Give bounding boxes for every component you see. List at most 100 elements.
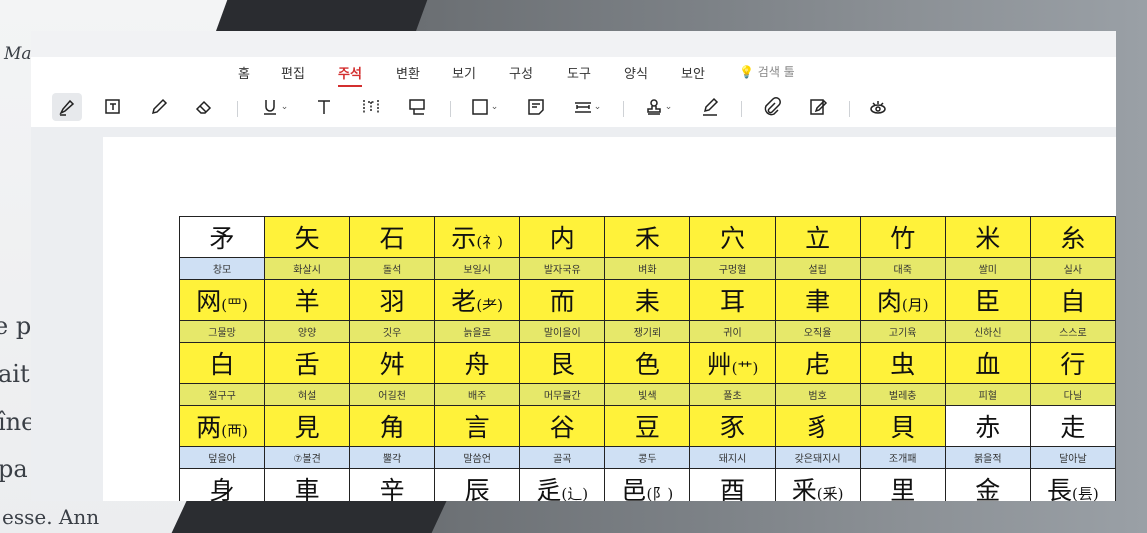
gloss-cell[interactable]: 콩두 <box>604 446 691 469</box>
measure-tool-button[interactable]: ⌄ <box>566 93 608 121</box>
hanja-cell[interactable]: 石 <box>349 216 436 258</box>
attachment-tool-button[interactable] <box>756 93 786 121</box>
gloss-cell[interactable]: 깃우 <box>349 320 436 343</box>
text-field-tool-button[interactable] <box>356 93 386 121</box>
hanja-cell[interactable]: 肉(月) <box>859 279 946 321</box>
hanja-cell[interactable]: 長(镸) <box>1029 468 1116 501</box>
hanja-cell[interactable]: 耳 <box>689 279 776 321</box>
gloss-cell[interactable]: 어길천 <box>349 383 436 406</box>
hanja-cell[interactable]: 豸 <box>774 405 861 447</box>
hanja-cell[interactable]: 豕 <box>689 405 776 447</box>
gloss-cell[interactable]: 달아날 <box>1029 446 1116 469</box>
gloss-cell[interactable]: 그물망 <box>178 320 266 343</box>
hanja-cell[interactable]: 竹 <box>859 216 946 258</box>
gloss-cell[interactable]: 풀초 <box>689 383 776 406</box>
hanja-cell[interactable]: 車 <box>264 468 351 501</box>
menu-tools[interactable]: 도구 <box>567 63 591 82</box>
gloss-cell[interactable]: 고기육 <box>859 320 946 343</box>
highlight-tool-button[interactable] <box>52 93 82 121</box>
hanja-cell[interactable]: 舟 <box>434 342 521 384</box>
hanja-cell[interactable]: 内 <box>519 216 606 258</box>
hanja-cell[interactable]: 辵(辶) <box>519 468 606 501</box>
hanja-cell[interactable]: 羊 <box>264 279 351 321</box>
gloss-cell[interactable]: 절구구 <box>178 383 266 406</box>
gloss-cell[interactable]: 벌레충 <box>859 383 946 406</box>
gloss-cell[interactable]: 말씀언 <box>434 446 521 469</box>
menu-organize[interactable]: 구성 <box>509 63 533 82</box>
menu-forms[interactable]: 양식 <box>624 63 648 82</box>
hanja-cell[interactable]: 耒 <box>604 279 691 321</box>
note-tool-button[interactable] <box>521 93 551 121</box>
gloss-cell[interactable]: 혀설 <box>264 383 351 406</box>
menu-view[interactable]: 보기 <box>452 63 476 82</box>
gloss-cell[interactable]: 범호 <box>774 383 861 406</box>
gloss-cell[interactable]: 빛색 <box>604 383 691 406</box>
gloss-cell[interactable]: 구멍혈 <box>689 257 776 280</box>
hanja-cell[interactable]: 豆 <box>604 405 691 447</box>
hanja-cell[interactable]: 釆(釆) <box>774 468 861 501</box>
hanja-cell[interactable]: 老(耂) <box>434 279 521 321</box>
gloss-cell[interactable]: 뿔각 <box>349 446 436 469</box>
hanja-cell[interactable]: 臣 <box>944 279 1031 321</box>
hanja-cell[interactable]: 穴 <box>689 216 776 258</box>
hanja-cell[interactable]: 貝 <box>859 405 946 447</box>
hanja-cell[interactable]: 而 <box>519 279 606 321</box>
gloss-cell[interactable]: 덮을아 <box>178 446 266 469</box>
gloss-cell[interactable]: 골곡 <box>519 446 606 469</box>
gloss-cell[interactable]: 머무를간 <box>519 383 606 406</box>
hanja-cell[interactable]: 艮 <box>519 342 606 384</box>
gloss-cell[interactable]: 귀이 <box>689 320 776 343</box>
gloss-cell[interactable]: 늙을로 <box>434 320 521 343</box>
gloss-cell[interactable]: 화살시 <box>264 257 351 280</box>
hanja-cell[interactable]: 示(礻) <box>434 216 521 258</box>
hanja-cell[interactable]: 邑(阝) <box>604 468 691 501</box>
hanja-cell[interactable]: 糸 <box>1029 216 1116 258</box>
hanja-cell[interactable]: 虫 <box>859 342 946 384</box>
gloss-cell[interactable]: 발자국유 <box>519 257 606 280</box>
view-annotations-button[interactable] <box>863 93 893 121</box>
gloss-cell[interactable]: 쌀미 <box>944 257 1031 280</box>
hanja-cell[interactable]: 言 <box>434 405 521 447</box>
menu-security[interactable]: 보안 <box>681 63 705 82</box>
hanja-cell[interactable]: 色 <box>604 342 691 384</box>
hanja-cell[interactable]: 两(襾) <box>178 405 266 447</box>
hanja-cell[interactable]: 見 <box>264 405 351 447</box>
gloss-cell[interactable]: 다닐 <box>1029 383 1116 406</box>
gloss-cell[interactable]: 설립 <box>774 257 861 280</box>
callout-tool-button[interactable] <box>402 93 432 121</box>
menu-convert[interactable]: 변환 <box>396 63 420 82</box>
hanja-cell[interactable]: 身 <box>178 468 266 501</box>
hanja-cell[interactable]: 立 <box>774 216 861 258</box>
gloss-cell[interactable]: 보일시 <box>434 257 521 280</box>
hanja-cell[interactable]: 矢 <box>264 216 351 258</box>
text-tool-button[interactable] <box>309 93 339 121</box>
gloss-cell[interactable]: 대죽 <box>859 257 946 280</box>
text-box-tool-button[interactable] <box>98 93 128 121</box>
hanja-cell[interactable]: 矛 <box>178 216 266 258</box>
hanja-cell[interactable]: 自 <box>1029 279 1116 321</box>
hanja-cell[interactable]: 禾 <box>604 216 691 258</box>
menu-edit[interactable]: 편집 <box>281 63 305 82</box>
eraser-tool-button[interactable] <box>189 93 219 121</box>
rectangle-tool-button[interactable]: ⌄ <box>465 93 503 121</box>
hanja-cell[interactable]: 聿 <box>774 279 861 321</box>
gloss-cell[interactable]: 조개패 <box>859 446 946 469</box>
hanja-cell[interactable]: 艸(艹) <box>689 342 776 384</box>
hanja-cell[interactable]: 酉 <box>689 468 776 501</box>
gloss-cell[interactable]: 갖은돼지시 <box>774 446 861 469</box>
gloss-cell[interactable]: 돼지시 <box>689 446 776 469</box>
gloss-cell[interactable]: 돌석 <box>349 257 436 280</box>
hanja-cell[interactable]: 羽 <box>349 279 436 321</box>
gloss-cell[interactable]: 창모 <box>178 257 266 280</box>
hanja-cell[interactable]: 谷 <box>519 405 606 447</box>
hanja-cell[interactable]: 舌 <box>264 342 351 384</box>
hanja-cell[interactable]: 白 <box>178 342 266 384</box>
gloss-cell[interactable]: ⑦볼견 <box>264 446 351 469</box>
hanja-cell[interactable]: 血 <box>944 342 1031 384</box>
gloss-cell[interactable]: 실사 <box>1029 257 1116 280</box>
gloss-cell[interactable]: 벼화 <box>604 257 691 280</box>
hanja-cell[interactable]: 行 <box>1029 342 1116 384</box>
signature-tool-button[interactable] <box>695 93 725 121</box>
gloss-cell[interactable]: 배주 <box>434 383 521 406</box>
hanja-cell[interactable]: 赤 <box>944 405 1031 447</box>
